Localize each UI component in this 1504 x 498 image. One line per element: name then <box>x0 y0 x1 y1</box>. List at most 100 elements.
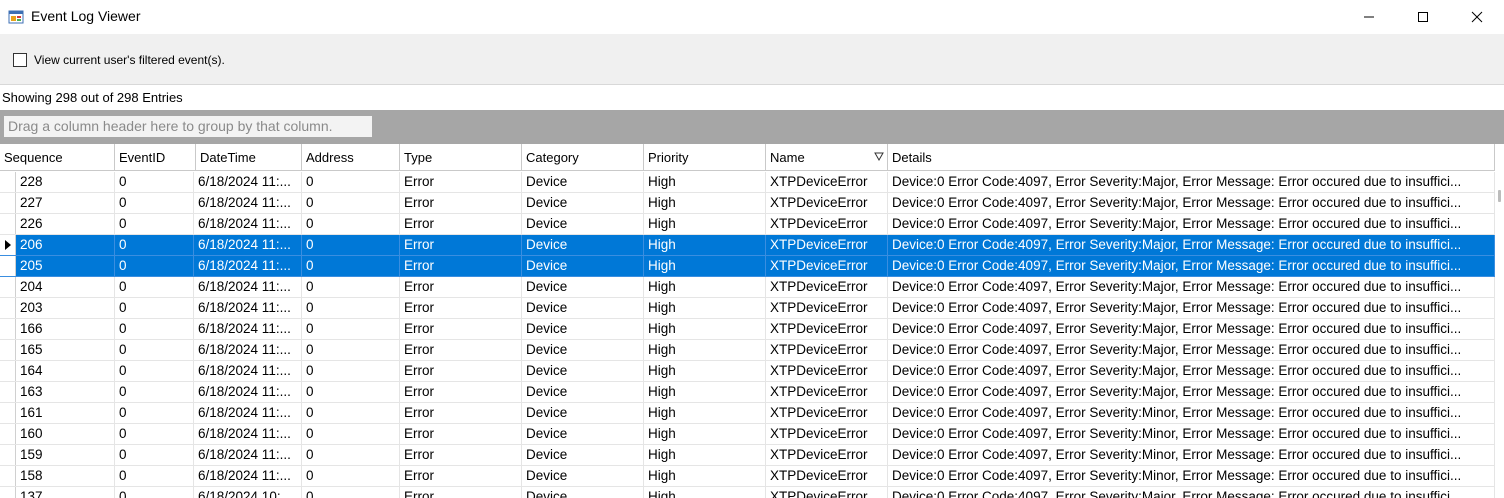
cell-details[interactable]: Device:0 Error Code:4097, Error Severity… <box>888 382 1495 402</box>
cell-sequence[interactable]: 163 <box>16 382 115 402</box>
cell-eventid[interactable]: 0 <box>115 277 194 297</box>
cell-sequence[interactable]: 161 <box>16 403 115 423</box>
cell-address[interactable]: 0 <box>302 445 400 465</box>
table-row[interactable]: 228 0 6/18/2024 11:... 0 Error Device High XTPD… <box>0 172 1495 193</box>
cell-address[interactable]: 0 <box>302 214 400 234</box>
cell-datetime[interactable]: 6/18/2024 11:... <box>194 403 302 423</box>
cell-details[interactable]: Device:0 Error Code:4097, Error Severity… <box>888 466 1495 486</box>
cell-priority[interactable]: High <box>644 256 766 276</box>
cell-category[interactable]: Device <box>522 403 644 423</box>
row-header[interactable] <box>0 403 16 423</box>
cell-type[interactable]: Error <box>400 319 522 339</box>
cell-sequence[interactable]: 160 <box>16 424 115 444</box>
cell-eventid[interactable]: 0 <box>115 382 194 402</box>
cell-datetime[interactable]: 6/18/2024 11:... <box>194 361 302 381</box>
table-row[interactable]: 166 0 6/18/2024 11:... 0 Error Device High XTPD… <box>0 319 1495 340</box>
cell-name[interactable]: XTPDeviceError <box>766 193 888 213</box>
cell-address[interactable]: 0 <box>302 277 400 297</box>
cell-name[interactable]: XTPDeviceError <box>766 487 888 498</box>
cell-eventid[interactable]: 0 <box>115 319 194 339</box>
cell-priority[interactable]: High <box>644 298 766 318</box>
cell-priority[interactable]: High <box>644 235 766 255</box>
cell-name[interactable]: XTPDeviceError <box>766 298 888 318</box>
cell-address[interactable]: 0 <box>302 466 400 486</box>
table-row[interactable]: 205 0 6/18/2024 11:... 0 Error Device High XTPD… <box>0 256 1495 277</box>
row-header[interactable] <box>0 340 16 360</box>
column-header-name[interactable]: Name <box>766 144 888 171</box>
row-header[interactable] <box>0 193 16 213</box>
cell-address[interactable]: 0 <box>302 424 400 444</box>
cell-type[interactable]: Error <box>400 193 522 213</box>
cell-details[interactable]: Device:0 Error Code:4097, Error Severity… <box>888 256 1495 276</box>
cell-eventid[interactable]: 0 <box>115 424 194 444</box>
cell-address[interactable]: 0 <box>302 319 400 339</box>
cell-address[interactable]: 0 <box>302 382 400 402</box>
row-header[interactable] <box>0 319 16 339</box>
cell-details[interactable]: Device:0 Error Code:4097, Error Severity… <box>888 403 1495 423</box>
cell-category[interactable]: Device <box>522 277 644 297</box>
cell-category[interactable]: Device <box>522 445 644 465</box>
cell-datetime[interactable]: 6/18/2024 11:... <box>194 298 302 318</box>
cell-priority[interactable]: High <box>644 340 766 360</box>
cell-address[interactable]: 0 <box>302 172 400 192</box>
cell-priority[interactable]: High <box>644 382 766 402</box>
cell-datetime[interactable]: 6/18/2024 11:... <box>194 172 302 192</box>
cell-details[interactable]: Device:0 Error Code:4097, Error Severity… <box>888 277 1495 297</box>
scrollbar-thumb[interactable] <box>1498 190 1501 202</box>
event-grid[interactable]: Sequence EventID DateTime Address Type Catego… <box>0 144 1504 498</box>
cell-category[interactable]: Device <box>522 235 644 255</box>
cell-eventid[interactable]: 0 <box>115 214 194 234</box>
cell-sequence[interactable]: 205 <box>16 256 115 276</box>
row-header[interactable] <box>0 172 16 192</box>
cell-category[interactable]: Device <box>522 172 644 192</box>
cell-name[interactable]: XTPDeviceError <box>766 382 888 402</box>
cell-eventid[interactable]: 0 <box>115 193 194 213</box>
column-header-address[interactable]: Address <box>302 144 400 171</box>
row-header[interactable] <box>0 424 16 444</box>
cell-name[interactable]: XTPDeviceError <box>766 361 888 381</box>
cell-sequence[interactable]: 227 <box>16 193 115 213</box>
cell-name[interactable]: XTPDeviceError <box>766 277 888 297</box>
cell-details[interactable]: Device:0 Error Code:4097, Error Severity… <box>888 424 1495 444</box>
cell-sequence[interactable]: 228 <box>16 172 115 192</box>
cell-category[interactable]: Device <box>522 256 644 276</box>
cell-type[interactable]: Error <box>400 361 522 381</box>
cell-type[interactable]: Error <box>400 424 522 444</box>
cell-priority[interactable]: High <box>644 193 766 213</box>
cell-sequence[interactable]: 206 <box>16 235 115 255</box>
cell-type[interactable]: Error <box>400 487 522 498</box>
cell-eventid[interactable]: 0 <box>115 487 194 498</box>
row-header[interactable] <box>0 382 16 402</box>
row-header[interactable] <box>0 445 16 465</box>
cell-name[interactable]: XTPDeviceError <box>766 403 888 423</box>
row-header[interactable] <box>0 487 16 498</box>
cell-eventid[interactable]: 0 <box>115 445 194 465</box>
cell-priority[interactable]: High <box>644 466 766 486</box>
cell-eventid[interactable]: 0 <box>115 340 194 360</box>
column-header-category[interactable]: Category <box>522 144 644 171</box>
column-header-sequence[interactable]: Sequence <box>0 144 115 171</box>
cell-details[interactable]: Device:0 Error Code:4097, Error Severity… <box>888 361 1495 381</box>
cell-type[interactable]: Error <box>400 340 522 360</box>
cell-eventid[interactable]: 0 <box>115 235 194 255</box>
row-header[interactable] <box>0 298 16 318</box>
cell-type[interactable]: Error <box>400 466 522 486</box>
cell-datetime[interactable]: 6/18/2024 11:... <box>194 235 302 255</box>
table-row[interactable]: 165 0 6/18/2024 11:... 0 Error Device High XTPD… <box>0 340 1495 361</box>
cell-category[interactable]: Device <box>522 193 644 213</box>
vertical-scrollbar[interactable] <box>1495 144 1504 498</box>
cell-category[interactable]: Device <box>522 424 644 444</box>
cell-datetime[interactable]: 6/18/2024 11:... <box>194 466 302 486</box>
cell-category[interactable]: Device <box>522 466 644 486</box>
cell-details[interactable]: Device:0 Error Code:4097, Error Severity… <box>888 235 1495 255</box>
title-bar[interactable]: Event Log Viewer <box>0 0 1504 34</box>
cell-address[interactable]: 0 <box>302 403 400 423</box>
cell-address[interactable]: 0 <box>302 235 400 255</box>
cell-name[interactable]: XTPDeviceError <box>766 340 888 360</box>
cell-priority[interactable]: High <box>644 361 766 381</box>
cell-datetime[interactable]: 6/18/2024 11:... <box>194 382 302 402</box>
cell-category[interactable]: Device <box>522 214 644 234</box>
minimize-button[interactable] <box>1346 0 1392 34</box>
row-header[interactable] <box>0 235 16 255</box>
cell-type[interactable]: Error <box>400 172 522 192</box>
